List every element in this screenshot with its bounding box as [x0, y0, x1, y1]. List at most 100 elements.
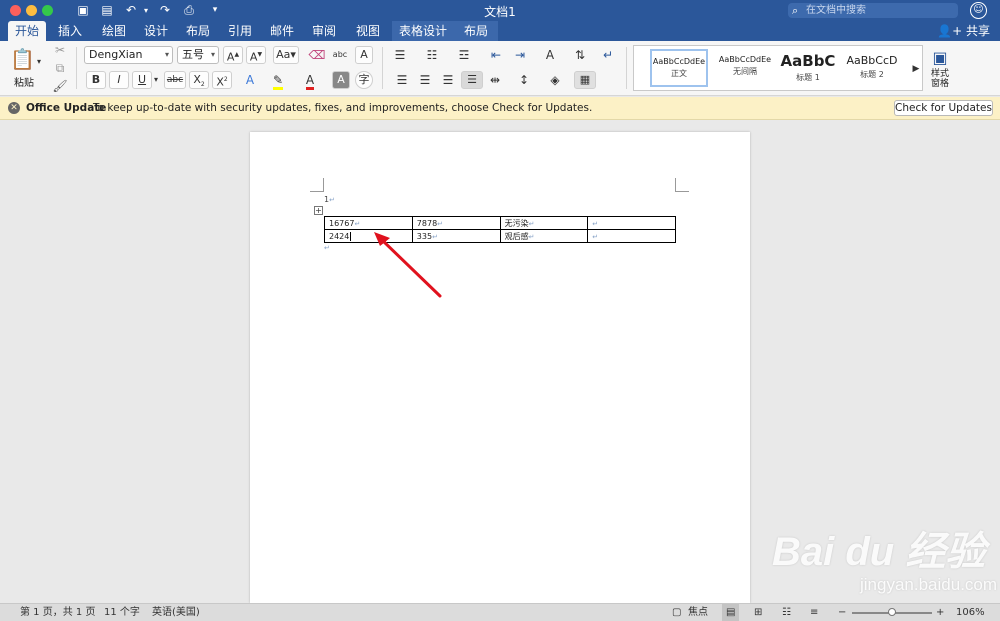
superscript-button[interactable]: X2	[212, 71, 232, 89]
web-layout-icon[interactable]: ⊞	[754, 604, 762, 621]
styles-pane-button[interactable]: ▣ 样式 窗格	[928, 47, 952, 89]
change-case-button[interactable]: Aa▾	[273, 46, 299, 64]
zoom-in-icon[interactable]: +	[936, 604, 944, 621]
align-center-icon[interactable]: ☰	[415, 71, 435, 89]
clear-formatting-icon[interactable]: ⌫	[307, 46, 327, 64]
borders-button[interactable]: ▦	[574, 71, 596, 89]
tab-table-design[interactable]: 表格设计	[392, 21, 454, 41]
sidebar-toggle-icon[interactable]: ▣	[74, 2, 92, 19]
zoom-level[interactable]: 106%	[956, 604, 985, 621]
font-size-select[interactable]: 五号 ▾	[177, 46, 219, 64]
check-for-updates-button[interactable]: Check for Updates	[894, 100, 993, 116]
asian-layout-icon[interactable]: A	[540, 46, 560, 64]
phonetic-guide-icon[interactable]: abc	[330, 46, 350, 64]
search-input[interactable]: ⌕ 在文档中搜索	[788, 3, 958, 18]
paste-icon[interactable]: 📋	[10, 46, 35, 72]
highlight-icon[interactable]: ✎	[268, 71, 288, 90]
share-button[interactable]: 👤+ 共享	[937, 21, 990, 41]
numbering-icon[interactable]: ☷	[422, 46, 442, 64]
print-layout-icon[interactable]: ▤	[722, 604, 740, 621]
style-no-spacing[interactable]: AaBbCcDdEe 无间隔	[716, 49, 774, 87]
table-cell[interactable]: 335↵	[411, 229, 501, 243]
tab-design[interactable]: 设计	[138, 21, 174, 41]
zoom-slider[interactable]	[852, 608, 932, 616]
zoom-slider-knob[interactable]	[888, 608, 896, 616]
draft-view-icon[interactable]: ≡	[810, 604, 818, 621]
feedback-smiley-icon[interactable]: ☺	[970, 2, 987, 19]
watermark-url-text: jingyan.baidu.com	[860, 575, 998, 594]
language[interactable]: 英语(美国)	[152, 604, 200, 621]
bold-button[interactable]: B	[86, 71, 106, 89]
print-icon[interactable]: ⎙	[180, 2, 198, 19]
tab-layout[interactable]: 布局	[180, 21, 216, 41]
underline-dropdown-icon[interactable]: ▾	[151, 71, 161, 89]
font-name-select[interactable]: DengXian Reg... ▾	[84, 46, 173, 64]
text-effects-icon[interactable]: A	[240, 71, 260, 89]
table-cell[interactable]: 无污染↵	[499, 216, 589, 230]
style-heading-2[interactable]: AaBbCcD 标题 2	[843, 49, 901, 87]
character-border-button[interactable]: A	[355, 46, 373, 64]
sort-icon[interactable]: ⇅	[570, 46, 590, 64]
distributed-icon[interactable]: ⇹	[485, 71, 505, 89]
line-spacing-icon[interactable]: ↕	[514, 71, 534, 89]
dismiss-notification-icon[interactable]: ✕	[8, 102, 20, 114]
tab-table-layout[interactable]: 布局	[454, 21, 498, 41]
tab-insert[interactable]: 插入	[52, 21, 88, 41]
tab-view[interactable]: 视图	[350, 21, 386, 41]
close-window-button[interactable]	[10, 5, 21, 16]
tab-draw[interactable]: 绘图	[96, 21, 132, 41]
table-move-handle[interactable]: +	[314, 206, 323, 215]
subscript-button[interactable]: X2	[189, 71, 209, 89]
customize-toolbar-icon[interactable]: ▾	[206, 2, 224, 19]
table-cell[interactable]: 16767↵	[324, 216, 413, 230]
italic-button[interactable]: I	[109, 71, 129, 89]
gallery-more-icon[interactable]: ▶	[906, 60, 926, 78]
table-cell-active[interactable]: 2424	[324, 229, 413, 243]
justify-button[interactable]: ☰	[461, 71, 483, 89]
font-color-icon[interactable]: A	[300, 71, 320, 90]
shrink-font-button[interactable]: A▼	[246, 46, 266, 64]
align-left-icon[interactable]: ☰	[392, 71, 412, 89]
zoom-out-icon[interactable]: −	[838, 604, 846, 621]
tab-references[interactable]: 引用	[222, 21, 258, 41]
focus-icon[interactable]: ▢	[672, 604, 681, 621]
undo-dropdown-icon[interactable]: ▾	[137, 2, 155, 19]
grow-font-button[interactable]: A▲	[223, 46, 243, 64]
document-page[interactable]: 1↵ + 16767↵ 7878↵ 无污染↵ ↵ 2424 335↵ 观后感↵ …	[250, 132, 750, 603]
align-right-icon[interactable]: ☰	[438, 71, 458, 89]
word-count[interactable]: 11 个字	[104, 604, 140, 621]
save-icon[interactable]: ▤	[98, 2, 116, 19]
copy-icon[interactable]: ⧉	[50, 59, 70, 77]
underline-button[interactable]: U	[132, 71, 152, 89]
increase-indent-icon[interactable]: ⇥	[510, 46, 530, 64]
table-cell[interactable]: ↵	[587, 229, 676, 243]
zoom-window-button[interactable]	[42, 5, 53, 16]
format-painter-icon[interactable]: 🖌	[50, 77, 70, 95]
enclose-characters-button[interactable]: 字	[355, 71, 373, 89]
cut-icon[interactable]: ✂	[50, 41, 70, 59]
shading-icon[interactable]: ◈	[545, 71, 565, 89]
show-marks-icon[interactable]: ↵	[598, 46, 618, 64]
style-name: 标题 2	[860, 70, 884, 79]
style-normal[interactable]: AaBbCcDdEe 正文	[650, 49, 708, 87]
table-cell[interactable]: ↵	[587, 216, 676, 230]
character-shading-button[interactable]: A	[332, 71, 350, 89]
strikethrough-button[interactable]: abc	[164, 71, 186, 89]
minimize-window-button[interactable]	[26, 5, 37, 16]
outline-view-icon[interactable]: ☷	[782, 604, 791, 621]
table-cell[interactable]: 观后感↵	[499, 229, 589, 243]
bullets-icon[interactable]: ☰	[390, 46, 410, 64]
decrease-indent-icon[interactable]: ⇤	[486, 46, 506, 64]
paragraph[interactable]: 1↵	[324, 195, 335, 204]
tab-review[interactable]: 审阅	[306, 21, 342, 41]
tab-home[interactable]: 开始	[8, 21, 46, 41]
multilevel-list-icon[interactable]: ☲	[454, 46, 474, 64]
redo-icon[interactable]: ↷	[156, 2, 174, 19]
tab-mailings[interactable]: 邮件	[264, 21, 300, 41]
focus-label[interactable]: 焦点	[688, 604, 708, 621]
style-heading-1[interactable]: AaBbC 标题 1	[779, 49, 837, 87]
cell-mark: ↵	[528, 232, 535, 241]
paste-dropdown-icon[interactable]: ▾	[34, 53, 44, 71]
table-cell[interactable]: 7878↵	[411, 216, 501, 230]
page-count[interactable]: 第 1 页，共 1 页	[20, 604, 95, 621]
